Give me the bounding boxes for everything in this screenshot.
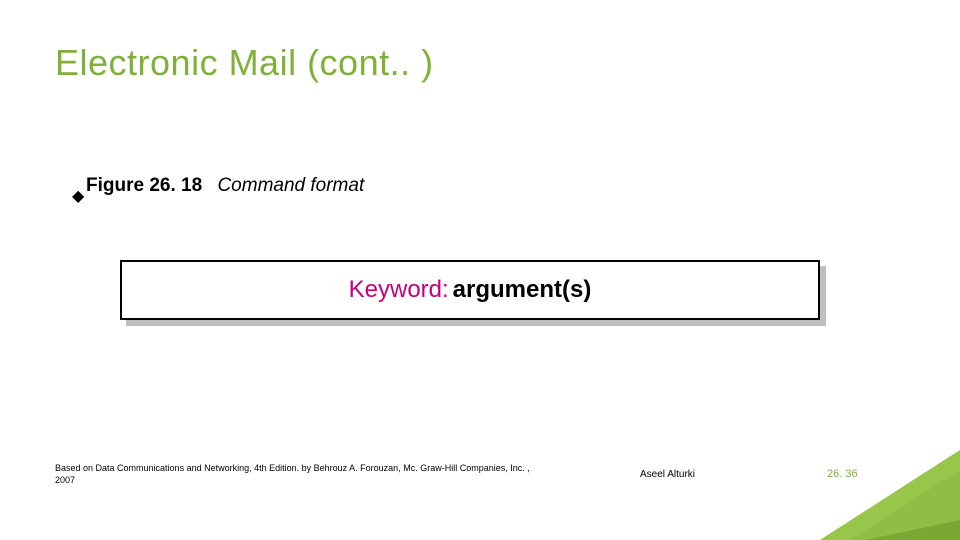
decorative-triangle-icon <box>820 450 960 540</box>
footer-source: Based on Data Communications and Network… <box>55 462 535 486</box>
bullet-text: Figure 26. 18 Command format <box>86 175 364 197</box>
keyword-label: Keyword: <box>349 276 449 304</box>
argument-label: argument(s) <box>453 276 592 304</box>
figure-caption: Command format <box>217 175 364 196</box>
slide-title: Electronic Mail (cont.. ) <box>55 42 434 84</box>
slide: Electronic Mail (cont.. ) ◆ Figure 26. 1… <box>0 0 960 540</box>
figure-box: Keyword: argument(s) <box>120 260 820 320</box>
figure-reference: Figure 26. 18 <box>86 175 202 196</box>
command-format-figure: Keyword: argument(s) <box>120 260 822 320</box>
bullet-row: ◆ Figure 26. 18 Command format <box>72 175 364 197</box>
footer-author: Aseel Alturki <box>640 469 695 480</box>
